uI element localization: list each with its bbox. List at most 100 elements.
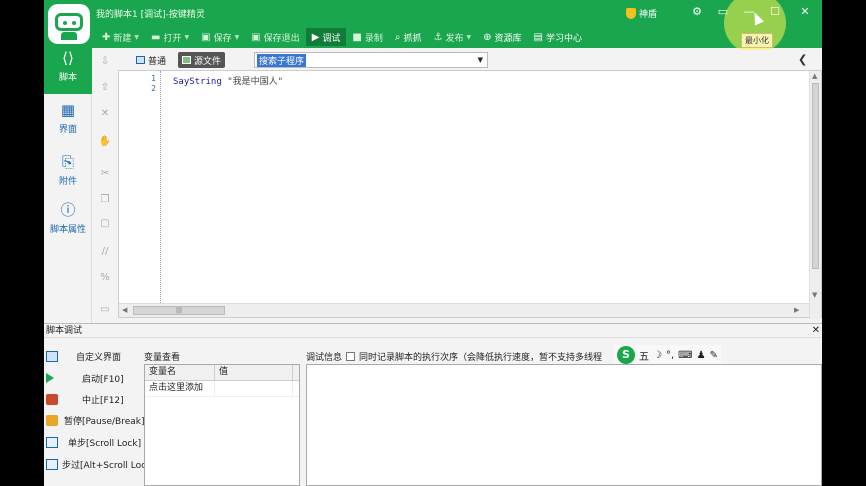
close-button[interactable]: ✕ [796,4,814,20]
window-title: 我的脚本1 [调试]-按键精灵 [96,10,205,20]
app-logo [48,4,90,44]
sidebar-item-script[interactable]: ⟨⟩ 脚本 [44,48,92,94]
ime-mode-label: 五 [639,351,649,363]
add-variable-cell[interactable]: 点击这里添加 [145,381,215,397]
record-order-checkbox[interactable] [346,351,356,361]
step-over-icon [46,458,58,470]
scroll-up-icon[interactable]: ▲ [812,72,817,80]
line-gutter: 1 2 [119,71,161,303]
watermark-site: jingyan.baidu.com [666,448,768,461]
publish-button[interactable]: ⚓ 发布 ▼ [428,28,478,46]
save-exit-icon: ▣ [251,31,261,43]
minimize-tooltip: 最小化 [741,33,773,48]
column-variable-name[interactable]: 变量名 [145,365,215,381]
stop-button[interactable]: 中止[F12] [46,391,124,407]
sidebar-item-ui[interactable]: ▦ 界面 [44,100,92,135]
moon-icon: ☽ [653,349,662,361]
scroll-down-icon[interactable]: ▼ [812,291,817,299]
scroll-left-icon[interactable]: ◀ [122,306,127,314]
resource-library-button[interactable]: ⊕ 资源库 [477,28,527,46]
table-row[interactable]: 点击这里添加 [145,381,299,397]
cut-icon[interactable]: ✂ [97,166,113,182]
subroutine-combo[interactable]: 搜索子程序 ▼ [254,52,488,68]
grab-icon: ⌕ [394,31,401,43]
variable-table: 变量名 值 点击这里添加 [144,364,300,486]
source-mode-icon [182,56,191,64]
shield-icon [626,7,636,19]
scroll-right-icon[interactable]: ▶ [794,306,799,314]
settings-gear-icon[interactable]: ⚙ [688,4,706,20]
custom-ui-button[interactable]: 自定义界面 [46,348,121,364]
debug-button[interactable]: ▶ 调试 [305,28,347,46]
close-icon[interactable]: ✕ [812,324,820,338]
publish-icon: ⚓ [433,31,443,43]
vertical-scroll-thumb[interactable] [812,83,819,269]
debug-info-header: 调试信息 同时记录脚本的执行次序（会降低执行速度，暂不支持多线程 [306,349,602,363]
line-number: 2 [151,84,156,93]
open-button[interactable]: ▬ 打开 ▼ [145,28,195,46]
horizontal-scrollbar[interactable]: ◀ ||| ▶ [119,303,809,317]
vertical-scrollbar[interactable]: ▲ ▼ [809,71,821,319]
sidebar-item-attachment[interactable]: ⎘ 附件 [44,152,92,187]
code-line-1[interactable]: SayString "我是中国人" [173,74,283,87]
move-down-icon[interactable]: ⇩ [97,54,113,70]
step-button[interactable]: 单步[Scroll Lock] [46,434,141,450]
script-icon: ⟨⟩ [62,49,74,67]
title-bar: 我的脚本1 [调试]-按键精灵 神盾 ⚙ ▭ — ☐ ✕ 最小化 ✚ 新建 ▼ ▬ 打… [44,0,822,54]
ime-toolbar[interactable]: S 五 ☽ °, ⌨ ♟ ✎ [614,345,721,365]
start-button[interactable]: 启动[F10] [46,370,124,386]
main-toolbar: ✚ 新建 ▼ ▬ 打开 ▼ ▣ 保存 ▼ ▣ 保存退出 ▶ 调试 ■ 录制 ⌕ 抓抓 ⚓ 发布 ▼ ⊕ 资… [96,28,588,46]
stop-icon [46,393,58,405]
mode-normal-tab[interactable]: 普通 [132,52,170,68]
step-icon [46,436,58,448]
left-sidebar: ⟨⟩ 脚本 ▦ 界面 ⎘ 附件 ⓘ 脚本属性 [44,48,92,323]
variable-table-header: 变量名 值 [145,365,299,381]
paste-icon[interactable]: ▢ [97,216,113,232]
normal-mode-icon [136,56,145,64]
code-editor[interactable]: 1 2 SayString "我是中国人" ◀ ||| ▶ ▲ ▼ [118,70,822,319]
grab-button[interactable]: ⌕ 抓抓 [389,28,428,46]
subroutine-combo-value: 搜索子程序 [257,53,307,67]
record-button[interactable]: ■ 录制 [346,28,388,46]
hand-icon[interactable]: ✋ [97,134,113,150]
nav-back-icon[interactable]: ❮ [798,53,807,66]
wrench-icon: ✎ [709,349,718,361]
debug-panel-header: 脚本调试 ✕ [44,323,822,338]
step-over-button[interactable]: 步过[Alt+Scroll Lock] [46,456,155,472]
play-icon: ▶ [311,31,320,43]
camera-icon: ■ [352,31,362,43]
save-exit-button[interactable]: ▣ 保存退出 [245,28,305,46]
info-icon: ⓘ [60,201,76,219]
window-icon [46,350,58,362]
comment-icon[interactable]: // [97,244,113,260]
shield-button[interactable]: 神盾 [626,5,657,21]
uncomment-icon[interactable]: % [97,270,113,286]
save-button[interactable]: ▣ 保存 ▼ [195,28,245,46]
editor-mode-bar: 普通 源文件 搜索子程序 ▼ ❮ ❯ [118,50,822,70]
code-string: "我是中国人" [227,77,284,87]
mode-source-tab[interactable]: 源文件 [178,52,226,68]
move-up-icon[interactable]: ⇧ [97,80,113,96]
debug-panel-title: 脚本调试 [46,326,83,336]
ui-icon: ▦ [60,101,76,119]
keyboard-icon: ⌨ [678,349,693,361]
user-icon: ♟ [696,349,706,361]
plus-icon: ✚ [102,31,111,43]
sogou-icon: S [617,346,635,364]
pause-button[interactable]: 暂停[Pause/Break] [46,412,144,428]
column-value[interactable]: 值 [215,365,293,381]
copy-icon[interactable]: ❐ [97,192,113,208]
save-icon: ▣ [201,31,211,43]
new-button[interactable]: ✚ 新建 ▼ [96,28,145,46]
format-icon[interactable]: ▭ [97,302,113,318]
maximize-button[interactable]: ☐ [766,4,784,20]
folder-icon: ▬ [151,31,161,43]
sidebar-item-script-properties[interactable]: ⓘ 脚本属性 [44,200,92,235]
attachment-icon: ⎘ [61,153,74,171]
horizontal-scroll-thumb[interactable]: ||| [133,306,225,315]
learning-center-button[interactable]: ▤ 学习中心 [528,28,588,46]
variable-view-title: 变量查看 [144,353,181,363]
chevron-down-icon: ▼ [477,56,483,64]
delete-icon[interactable]: ✕ [97,106,113,122]
punctuation-icon: °, [665,349,675,361]
